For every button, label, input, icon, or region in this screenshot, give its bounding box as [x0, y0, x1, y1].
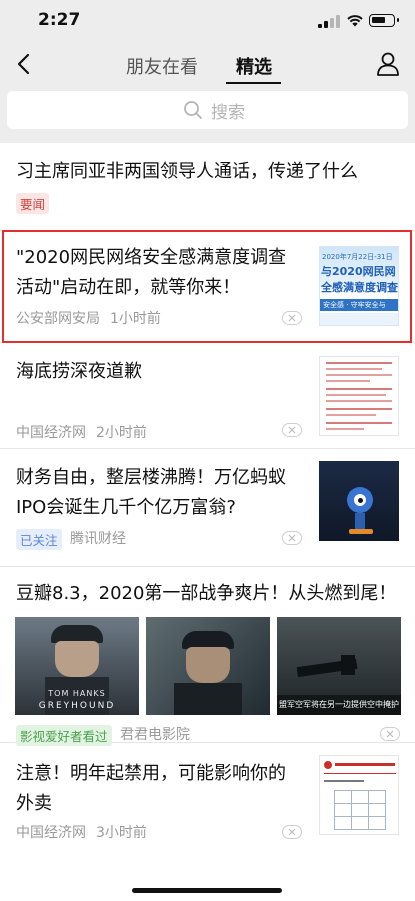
search-area: 搜索: [0, 88, 415, 143]
article-time: 1小时前: [110, 311, 161, 327]
status-time: 2:27: [38, 10, 81, 30]
dismiss-icon[interactable]: [282, 825, 302, 839]
article-thumbnail: [319, 356, 399, 436]
article-source: 中国经济网: [16, 825, 86, 841]
article-time: 3小时前: [96, 825, 147, 841]
article-source: 中国经济网: [16, 425, 86, 441]
status-bar: 2:27: [0, 0, 415, 42]
dismiss-icon[interactable]: [282, 423, 302, 437]
article-title[interactable]: 海底捞深夜道歉: [16, 357, 306, 387]
movie-poster-image: TOM HANKS GREYHOUND: [15, 617, 139, 715]
tab-active-indicator: [226, 82, 281, 84]
article-item[interactable]: 海底捞深夜道歉 中国经济网 2小时前: [0, 343, 415, 449]
article-source: 公安部网安局: [16, 311, 100, 327]
article-time: 2小时前: [96, 425, 147, 441]
article-thumbnail: 2020年7月22日-31日 与2020网民网 全感满意度调查 安全感 · 守牢…: [319, 246, 399, 326]
article-title[interactable]: 财务自由，整层楼沸腾！万亿蚂蚁 IPO会诞生几千个亿万富翁?: [16, 463, 306, 523]
signal-icon: [318, 15, 340, 28]
article-item[interactable]: 财务自由，整层楼沸腾！万亿蚂蚁 IPO会诞生几千个亿万富翁? 已关注 腾讯财经: [0, 449, 415, 567]
article-title[interactable]: 注意！明年起禁用，可能影响你的 外卖: [16, 759, 306, 819]
article-thumbnail: [319, 755, 399, 835]
search-box[interactable]: 搜索: [7, 91, 408, 129]
article-item[interactable]: 习主席同亚非两国领导人通话，传递了什么 要闻: [0, 143, 415, 231]
article-thumbnail: [319, 461, 399, 541]
nav-bar: 朋友在看 精选: [0, 42, 415, 88]
article-item[interactable]: 注意！明年起禁用，可能影响你的 外卖 中国经济网 3小时前: [0, 743, 415, 861]
wifi-icon: [347, 15, 363, 27]
movie-scene-image: 盟军空军将在另一边提供空中掩护: [277, 617, 401, 715]
user-profile-icon[interactable]: [376, 51, 400, 77]
dismiss-icon[interactable]: [380, 727, 400, 741]
battery-icon: [369, 14, 399, 27]
search-icon: [184, 101, 202, 119]
home-indicator[interactable]: [132, 888, 282, 893]
article-title[interactable]: "2020网民网络安全感满意度调查 活动"启动在即，就等你来！: [16, 243, 306, 303]
tab-featured[interactable]: 精选: [236, 53, 272, 79]
movie-scene-image: [146, 617, 270, 715]
search-placeholder: 搜索: [211, 103, 245, 123]
followed-tag: 已关注: [16, 529, 62, 550]
article-source: 君君电影院: [120, 727, 190, 743]
article-source: 腾讯财经: [70, 531, 126, 547]
headline-tag: 要闻: [16, 193, 50, 214]
article-feed: 习主席同亚非两国领导人通话，传递了什么 要闻 "2020网民网络安全感满意度调查…: [0, 143, 415, 861]
tab-following[interactable]: 朋友在看: [126, 53, 198, 79]
article-item[interactable]: 豆瓣8.3，2020第一部战争爽片！从头燃到尾！ TOM HANKS GREYH…: [0, 567, 415, 746]
back-arrow-icon[interactable]: [12, 51, 38, 77]
article-item[interactable]: "2020网民网络安全感满意度调查 活动"启动在即，就等你来！ 公安部网安局 1…: [0, 231, 415, 343]
article-title[interactable]: 豆瓣8.3，2020第一部战争爽片！从头燃到尾！: [16, 579, 411, 609]
article-title[interactable]: 习主席同亚非两国领导人通话，传递了什么: [16, 157, 406, 187]
dismiss-icon[interactable]: [282, 311, 302, 325]
dismiss-icon[interactable]: [282, 531, 302, 545]
